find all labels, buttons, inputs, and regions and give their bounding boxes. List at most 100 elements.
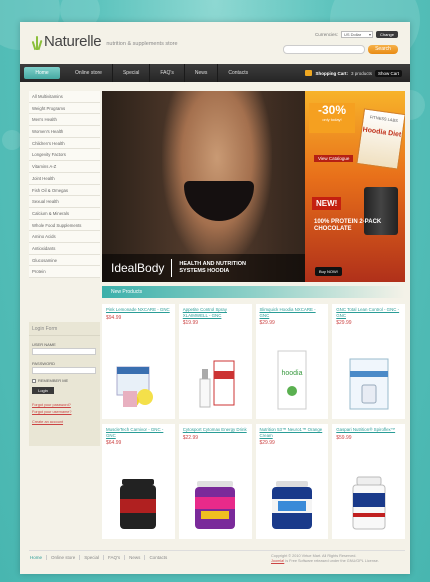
product-title[interactable]: Cytosport Cytomax Energy Drink xyxy=(183,427,248,433)
product-title[interactable]: Appetite Control Spray XLAIMWELL - GNC xyxy=(183,307,248,318)
new-badge: NEW! xyxy=(312,197,342,210)
remember-checkbox[interactable] xyxy=(32,378,36,383)
copyright-line-2-text: is Free Software released under the GNU/… xyxy=(284,559,379,563)
product-image[interactable]: hoodia xyxy=(272,349,312,411)
nav-news[interactable]: News xyxy=(185,64,219,82)
chevron-down-icon: ▾ xyxy=(368,32,371,37)
footer-link-special[interactable]: Special xyxy=(80,555,105,560)
remember-me: REMEMBER ME xyxy=(32,378,100,383)
product-title[interactable]: Slimquick Hoodia NXCARE - GNC xyxy=(260,307,325,318)
product-image[interactable] xyxy=(113,361,163,411)
nav-faqs[interactable]: FAQ's xyxy=(150,64,185,82)
forgot-password-link[interactable]: Forgot your password? xyxy=(32,403,100,407)
change-currency-button[interactable]: Change xyxy=(375,31,398,38)
product-card[interactable]: Pink Lemonade NXCARE - GNC $94.99 xyxy=(102,304,175,419)
search-bar: Search xyxy=(283,45,398,54)
promo-text: 100% PROTEIN 2-PACK CHOCOLATE xyxy=(314,219,399,233)
create-account-link[interactable]: Create an account xyxy=(32,420,100,424)
product-price: $29.99 xyxy=(336,320,352,326)
product-title[interactable]: GNC Total Lean Control - GNC - GNC xyxy=(336,307,401,318)
product-image[interactable] xyxy=(190,359,240,411)
footer-link-news[interactable]: News xyxy=(125,555,146,560)
promo-line-2: CHOCOLATE xyxy=(314,226,352,232)
product-image[interactable] xyxy=(268,477,316,531)
footer-link-faqs[interactable]: FAQ's xyxy=(104,555,126,560)
login-title: Login Form xyxy=(29,322,100,336)
category-item[interactable]: Sexual Health xyxy=(29,196,100,208)
remember-label: REMEMBER ME xyxy=(38,378,69,383)
footer-link-contacts[interactable]: Contacts xyxy=(145,555,171,560)
category-item[interactable]: All Multivitamins xyxy=(29,91,100,103)
product-card[interactable]: Nutrition 53™ Neuro1™ Orange Cream $29.9… xyxy=(255,424,329,539)
footer-divider xyxy=(29,550,405,551)
hero-banner[interactable]: -30% only today! FITNESS LABS Hoodia Die… xyxy=(102,91,405,282)
forgot-username-link[interactable]: Forgot your username? xyxy=(32,410,100,414)
category-item[interactable]: Fish Oil & Omegas xyxy=(29,184,100,197)
category-item[interactable]: Men's Health xyxy=(29,114,100,127)
category-item[interactable]: Antioxidants xyxy=(29,242,100,255)
category-item[interactable]: Amino Acids xyxy=(29,231,100,243)
product-image[interactable] xyxy=(191,477,239,531)
product-image[interactable] xyxy=(116,475,160,531)
product-card[interactable]: Gaspari Nutrition® Spiroflex™ $59.99 xyxy=(332,424,405,539)
shopping-cart: Shopping Cart: 3 products Show Cart xyxy=(305,64,402,82)
product-card[interactable]: MuscleTech Carnivor - GNC - GNC $64.99 xyxy=(102,424,175,539)
caption-line-1: HEALTH AND NUTRITION xyxy=(179,261,246,267)
footer-nav: Home Online store Special FAQ's News Con… xyxy=(30,555,171,560)
category-item[interactable]: Weight Programs xyxy=(29,102,100,115)
product-title[interactable]: Pink Lemonade NXCARE - GNC xyxy=(106,307,171,313)
search-input[interactable] xyxy=(283,45,365,54)
product-image[interactable] xyxy=(346,355,392,411)
view-catalogue-link[interactable]: View Catalogue xyxy=(314,155,354,162)
nav-online-store[interactable]: Online store xyxy=(65,64,113,82)
discount-value: -30% xyxy=(317,103,346,117)
caption-divider xyxy=(171,259,173,277)
category-item[interactable]: Glucosamine xyxy=(29,254,100,267)
category-item[interactable]: Calcium & Minerals xyxy=(29,207,100,220)
category-item[interactable]: Whole Food Supplements xyxy=(29,219,100,232)
product-title[interactable]: Gaspari Nutrition® Spiroflex™ xyxy=(336,427,401,433)
login-button[interactable]: Login xyxy=(32,387,54,394)
nav-contacts[interactable]: Contacts xyxy=(218,64,258,82)
box-brand: FITNESS LABS xyxy=(369,114,399,124)
footer-link-home[interactable]: Home xyxy=(30,555,48,560)
search-button[interactable]: Search xyxy=(368,45,398,54)
product-price: $94.99 xyxy=(106,314,122,321)
category-item[interactable]: Protein xyxy=(29,266,100,278)
product-card[interactable]: Cytosport Cytomax Energy Drink $22.99 xyxy=(178,424,252,539)
model-image xyxy=(162,91,272,266)
footer-link-online-store[interactable]: Online store xyxy=(47,555,81,560)
cart-icon xyxy=(305,70,313,76)
currency-selector: Currencies: US Dollar ▾ Change xyxy=(315,31,398,38)
product-price: $64.99 xyxy=(106,440,122,446)
logo[interactable]: Naturelle nutrition & supplements store xyxy=(31,33,178,51)
joomla-link[interactable]: Joomla! xyxy=(271,559,284,563)
buy-now-button[interactable]: Buy NOW! xyxy=(315,267,342,276)
category-item[interactable]: Women's Health xyxy=(29,126,100,138)
category-item[interactable]: Vitamins A-Z xyxy=(29,161,100,173)
currency-select[interactable]: US Dollar ▾ xyxy=(340,31,373,38)
nav-special[interactable]: Special xyxy=(113,64,151,82)
caption-line-2: SYSTEMS HOODIA xyxy=(179,268,230,274)
product-card[interactable]: GNC Total Lean Control - GNC - GNC $29.9… xyxy=(332,304,405,419)
page-container: Naturelle nutrition & supplements store … xyxy=(20,22,410,574)
product-title[interactable]: Nutrition 53™ Neuro1™ Orange Cream xyxy=(260,427,325,438)
password-input[interactable] xyxy=(32,367,96,374)
tagline: nutrition & supplements store xyxy=(106,41,178,47)
nav-home[interactable]: Home xyxy=(24,67,60,79)
category-item[interactable]: Joint Health xyxy=(29,172,100,185)
product-card[interactable]: Slimquick Hoodia NXCARE - GNC $29.99 hoo… xyxy=(255,304,329,419)
category-item[interactable]: Longevity Factors xyxy=(29,149,100,162)
product-title[interactable]: MuscleTech Carnivor - GNC - GNC xyxy=(106,427,171,438)
caption-title: IdealBody xyxy=(111,261,165,275)
product-image[interactable] xyxy=(349,475,389,531)
logo-title: Naturelle xyxy=(44,33,102,50)
product-price: $59.99 xyxy=(336,434,352,441)
product-card[interactable]: Appetite Control Spray XLAIMWELL - GNC $… xyxy=(178,304,252,419)
username-input[interactable] xyxy=(32,348,96,355)
leaf-icon xyxy=(31,34,43,51)
show-cart-button[interactable]: Show Cart xyxy=(374,69,402,77)
discount-sub: only today! xyxy=(322,117,342,122)
category-item[interactable]: Children's Health xyxy=(29,137,100,150)
product-price: $29.99 xyxy=(259,320,275,326)
